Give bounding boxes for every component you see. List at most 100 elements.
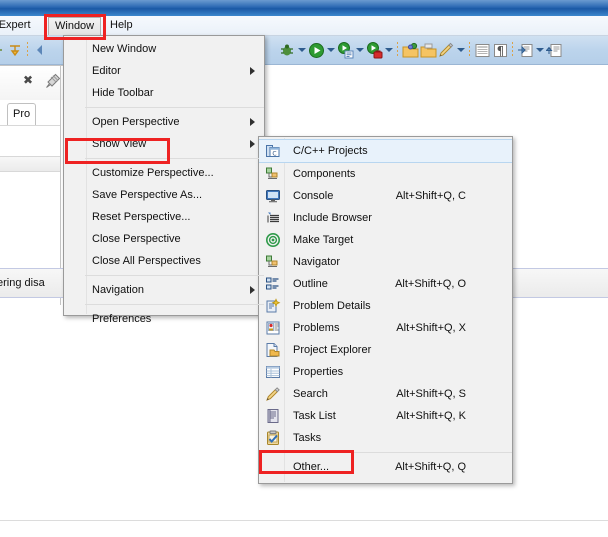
menu-item-label: Save Perspective As... — [92, 189, 203, 201]
menu-item-label: Console — [293, 190, 334, 202]
bug-icon[interactable] — [278, 41, 296, 59]
import-icon[interactable] — [516, 41, 534, 59]
menu-item-outline[interactable]: Outline Alt+Shift+Q, O — [259, 273, 512, 295]
menu-item-make-target[interactable]: Make Target — [259, 229, 512, 251]
menu-item-navigation[interactable]: Navigation — [64, 279, 264, 301]
run-history-icon[interactable] — [336, 41, 354, 59]
toolbar-icon-unknown-2[interactable] — [6, 41, 24, 59]
menu-item-preferences[interactable]: Preferences — [64, 308, 264, 330]
menu-item-save-perspective-as[interactable]: Save Perspective As... — [64, 184, 264, 206]
menu-item-cpp-projects[interactable]: C C/C++ Projects — [259, 139, 512, 163]
run-dropdown-arrow[interactable] — [325, 41, 336, 59]
menu-item-label: Navigation — [92, 284, 144, 296]
search-icon — [265, 386, 281, 402]
folder-green-icon[interactable] — [401, 41, 419, 59]
toolbar-separator-2 — [466, 41, 473, 59]
menu-item-accelerator: Alt+Shift+Q, X — [396, 322, 466, 334]
svg-text:C: C — [272, 151, 276, 158]
export-icon[interactable] — [545, 41, 563, 59]
menu-item-label: Show View — [92, 138, 147, 150]
menu-item-editor[interactable]: Editor — [64, 60, 264, 82]
menu-item-problem-details[interactable]: Problem Details — [259, 295, 512, 317]
bug-dropdown-arrow[interactable] — [296, 41, 307, 59]
menu-item-label: Task List — [293, 410, 336, 422]
menu-item-reset-perspective[interactable]: Reset Perspective... — [64, 206, 264, 228]
menu-item-components[interactable]: Components — [259, 163, 512, 185]
toolbar-left-group — [0, 40, 49, 60]
menu-item-console[interactable]: Console Alt+Shift+Q, C — [259, 185, 512, 207]
import-dropdown-arrow[interactable] — [534, 41, 545, 59]
toolbar-run-group: ¶ — [278, 40, 563, 60]
menu-item-label: Problem Details — [293, 300, 371, 312]
problem-details-icon — [265, 298, 281, 314]
menu-item-label: Problems — [293, 322, 340, 334]
menu-item-accelerator: Alt+Shift+Q, C — [395, 190, 466, 202]
menu-item-label: Close Perspective — [92, 233, 181, 245]
pilcrow-icon[interactable]: ¶ — [491, 41, 509, 59]
menu-item-include-browser[interactable]: Include Browser — [259, 207, 512, 229]
menu-item-tasks[interactable]: Tasks — [259, 427, 512, 449]
menu-item-new-window[interactable]: New Window — [64, 38, 264, 60]
view-close-icon[interactable]: ✖ — [22, 74, 34, 86]
menu-item-show-view[interactable]: Show View — [64, 133, 264, 155]
submenu-arrow-icon — [250, 286, 255, 294]
open-folder-icon[interactable] — [419, 41, 437, 59]
menu-item-label: Open Perspective — [92, 116, 180, 128]
panel-divider-1 — [0, 125, 61, 126]
menu-item-task-list[interactable]: Task List Alt+Shift+Q, K — [259, 405, 512, 427]
properties-icon — [265, 364, 281, 380]
panel-divider-3 — [0, 171, 61, 172]
menu-item-close-all-perspectives[interactable]: Close All Perspectives — [64, 250, 264, 272]
toolbar-icon-back[interactable] — [31, 41, 49, 59]
menu-item-accelerator: Alt+Shift+Q, Q — [395, 461, 466, 473]
pencil-icon[interactable] — [437, 41, 455, 59]
menubar-item-expert[interactable]: r Expert — [0, 18, 37, 33]
pencil-dropdown-arrow[interactable] — [455, 41, 466, 59]
run-external-dropdown-arrow[interactable] — [383, 41, 394, 59]
console-icon — [265, 188, 281, 204]
menu-item-hide-toolbar[interactable]: Hide Toolbar — [64, 82, 264, 104]
menu-item-label: Hide Toolbar — [92, 87, 154, 99]
svg-text:¶: ¶ — [496, 44, 504, 58]
menu-item-properties[interactable]: Properties — [259, 361, 512, 383]
navigator-icon — [265, 254, 281, 270]
menu-item-navigator[interactable]: Navigator — [259, 251, 512, 273]
menu-item-open-perspective[interactable]: Open Perspective — [64, 111, 264, 133]
menubar-item-help[interactable]: Help — [104, 18, 139, 33]
menu-item-other[interactable]: Other... Alt+Shift+Q, Q — [259, 456, 512, 478]
application-window: r Expert Window Help — [0, 0, 608, 537]
menu-item-label: Preferences — [92, 313, 152, 325]
run-icon[interactable] — [307, 41, 325, 59]
menu-item-label: Make Target — [293, 234, 354, 246]
menu-item-project-explorer[interactable]: Project Explorer — [259, 339, 512, 361]
menu-item-customize-perspective[interactable]: Customize Perspective... — [64, 162, 264, 184]
menu-item-search[interactable]: Search Alt+Shift+Q, S — [259, 383, 512, 405]
menu-item-problems[interactable]: Problems Alt+Shift+Q, X — [259, 317, 512, 339]
run-history-dropdown-arrow[interactable] — [354, 41, 365, 59]
cpp-projects-icon: C — [265, 143, 281, 159]
include-browser-icon — [265, 210, 281, 226]
menu-item-label: Search — [293, 388, 328, 400]
title-bar-gloss — [0, 0, 608, 8]
table-icon[interactable] — [473, 41, 491, 59]
menu-item-accelerator: Alt+Shift+Q, O — [395, 278, 466, 290]
submenu-arrow-icon — [250, 67, 255, 75]
run-external-tools-icon[interactable] — [365, 41, 383, 59]
status-text-front: ering disa — [0, 277, 45, 289]
panel-strip-1 — [0, 157, 61, 171]
problems-icon — [265, 320, 281, 336]
show-view-submenu: C C/C++ Projects Components Console Alt+… — [258, 136, 513, 484]
menubar-item-window[interactable]: Window — [48, 17, 102, 35]
menu-item-accelerator: Alt+Shift+Q, K — [396, 410, 466, 422]
view-tab-properties[interactable]: Pro — [7, 103, 37, 125]
menu-item-label: Reset Perspective... — [92, 211, 191, 223]
menu-item-label: Other... — [293, 461, 330, 473]
menu-bar: r Expert Window Help — [0, 16, 608, 36]
submenu-arrow-icon — [250, 118, 255, 126]
menu-item-close-perspective[interactable]: Close Perspective — [64, 228, 264, 250]
view-pin-icon[interactable] — [45, 73, 61, 89]
view-tabfolder-lower: ries Pro — [0, 103, 61, 125]
menu-separator — [85, 158, 264, 159]
tasks-icon — [265, 430, 281, 446]
menu-item-label: Project Explorer — [293, 344, 372, 356]
